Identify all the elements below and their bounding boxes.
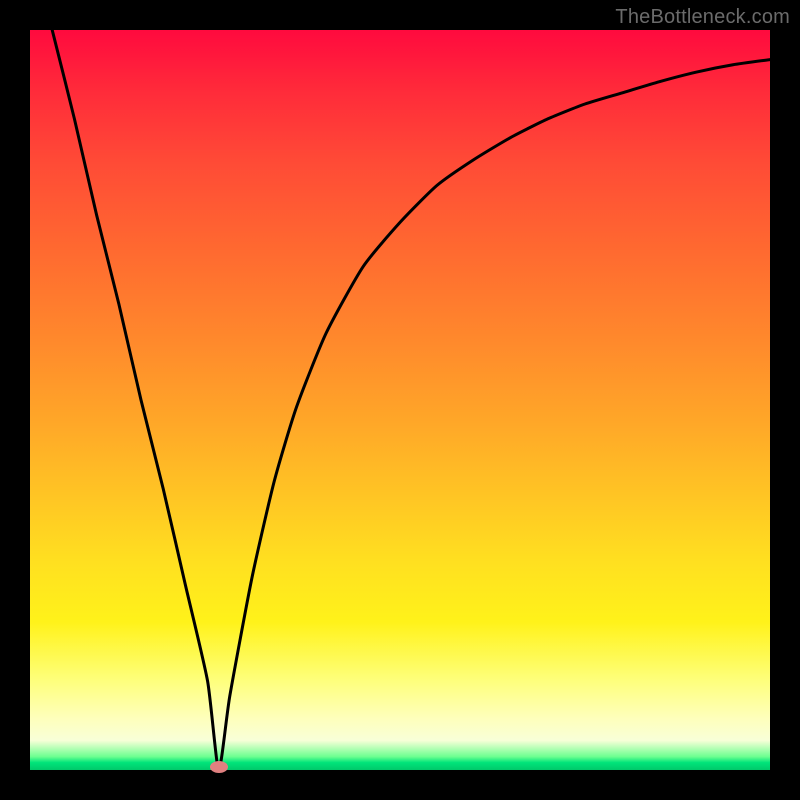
- chart-frame: TheBottleneck.com: [0, 0, 800, 800]
- minimum-marker: [210, 761, 228, 773]
- watermark-text: TheBottleneck.com: [615, 6, 790, 29]
- plot-area: [30, 30, 770, 770]
- bottleneck-curve: [30, 30, 770, 770]
